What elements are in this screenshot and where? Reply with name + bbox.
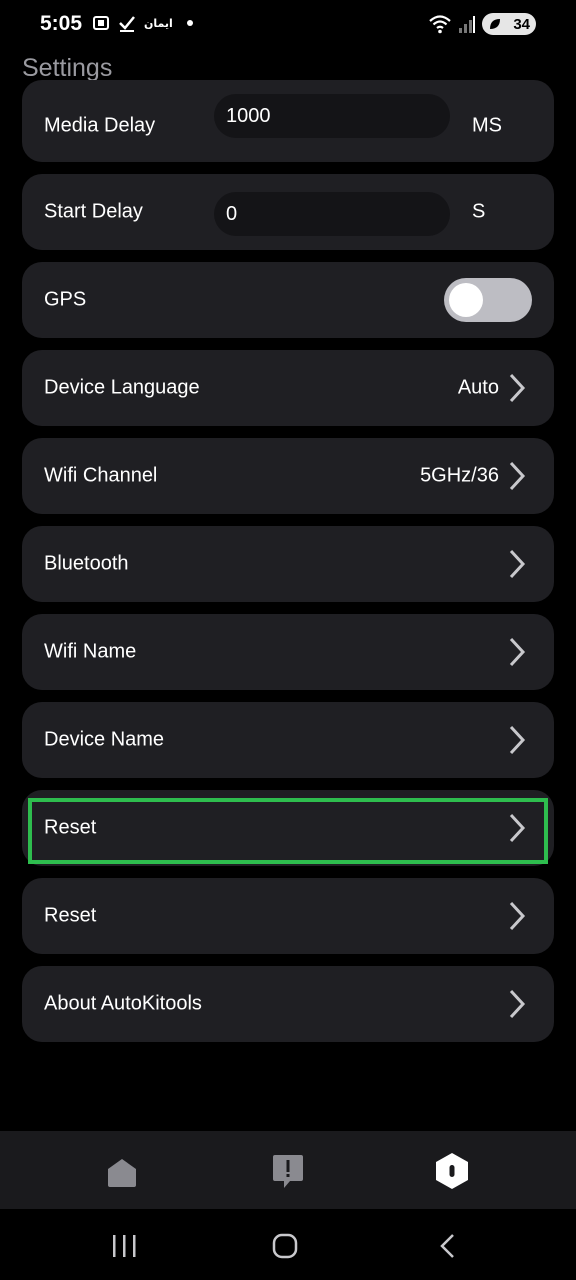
- page-title: Settings: [22, 54, 113, 82]
- settings-icon[interactable]: [432, 1151, 472, 1191]
- device-language-value: Auto: [457, 376, 499, 399]
- settings-row-about[interactable]: About AutoKitools: [22, 966, 554, 1042]
- status-notification-icons: ايمان: [92, 14, 193, 32]
- status-time: 5:05: [40, 12, 83, 35]
- settings-row-gps: GPS: [22, 262, 554, 338]
- chevron-right-icon: [509, 901, 526, 931]
- check-icon: [119, 16, 135, 32]
- settings-row-start-delay: Start Delay 0 S: [22, 174, 554, 250]
- recent-apps-icon[interactable]: [104, 1231, 144, 1261]
- screenshot-icon: [93, 16, 109, 30]
- chevron-right-icon: [509, 813, 526, 843]
- device-name-label: Device Name: [44, 728, 165, 751]
- chevron-right-icon: [509, 989, 526, 1019]
- media-delay-unit: MS: [472, 114, 502, 137]
- start-delay-unit: S: [472, 200, 486, 223]
- chevron-right-icon: [509, 373, 526, 403]
- signal-icon: [459, 16, 475, 33]
- back-icon[interactable]: [428, 1231, 468, 1261]
- tab-bar: [0, 1131, 576, 1209]
- wifi-channel-value: 5GHz/36: [420, 464, 499, 487]
- feedback-icon[interactable]: [268, 1151, 308, 1191]
- gps-label: GPS: [44, 288, 87, 311]
- status-carrier-text: ايمان: [144, 17, 173, 30]
- settings-row-reset-2[interactable]: Reset: [22, 878, 554, 954]
- chevron-right-icon: [509, 549, 526, 579]
- battery-level: 34: [513, 15, 530, 33]
- notification-dot-icon: [186, 20, 193, 26]
- settings-row-reset[interactable]: Reset: [22, 790, 554, 866]
- media-delay-input[interactable]: 1000: [214, 94, 450, 138]
- battery-indicator: 34: [482, 13, 536, 35]
- battery-saver-icon: [490, 19, 500, 29]
- wifi-icon: [429, 15, 451, 34]
- settings-row-device-language[interactable]: Device Language Auto: [22, 350, 554, 426]
- system-nav-bar: [0, 1209, 576, 1280]
- wifi-name-label: Wifi Name: [44, 640, 137, 663]
- chevron-right-icon: [509, 461, 526, 491]
- chevron-right-icon: [509, 637, 526, 667]
- reset-label-2: Reset: [44, 904, 97, 927]
- reset-label: Reset: [44, 816, 97, 839]
- status-bar: 5:05 ايمان 34: [0, 0, 576, 52]
- home-button-icon[interactable]: [265, 1231, 305, 1261]
- about-label: About AutoKitools: [44, 992, 202, 1015]
- gps-toggle[interactable]: [444, 278, 532, 322]
- wifi-channel-label: Wifi Channel: [44, 464, 158, 487]
- device-language-label: Device Language: [44, 376, 200, 399]
- bluetooth-label: Bluetooth: [44, 552, 129, 575]
- settings-row-media-delay: Media Delay 1000 MS: [22, 80, 554, 162]
- settings-row-device-name[interactable]: Device Name: [22, 702, 554, 778]
- home-icon[interactable]: [102, 1151, 142, 1191]
- gps-toggle-knob: [449, 283, 483, 317]
- settings-row-wifi-name[interactable]: Wifi Name: [22, 614, 554, 690]
- start-delay-input[interactable]: 0: [214, 192, 450, 236]
- media-delay-label: Media Delay: [44, 114, 156, 137]
- settings-row-bluetooth[interactable]: Bluetooth: [22, 526, 554, 602]
- status-system-icons: 34: [428, 13, 536, 35]
- settings-row-wifi-channel[interactable]: Wifi Channel 5GHz/36: [22, 438, 554, 514]
- chevron-right-icon: [509, 725, 526, 755]
- start-delay-label: Start Delay: [44, 200, 143, 223]
